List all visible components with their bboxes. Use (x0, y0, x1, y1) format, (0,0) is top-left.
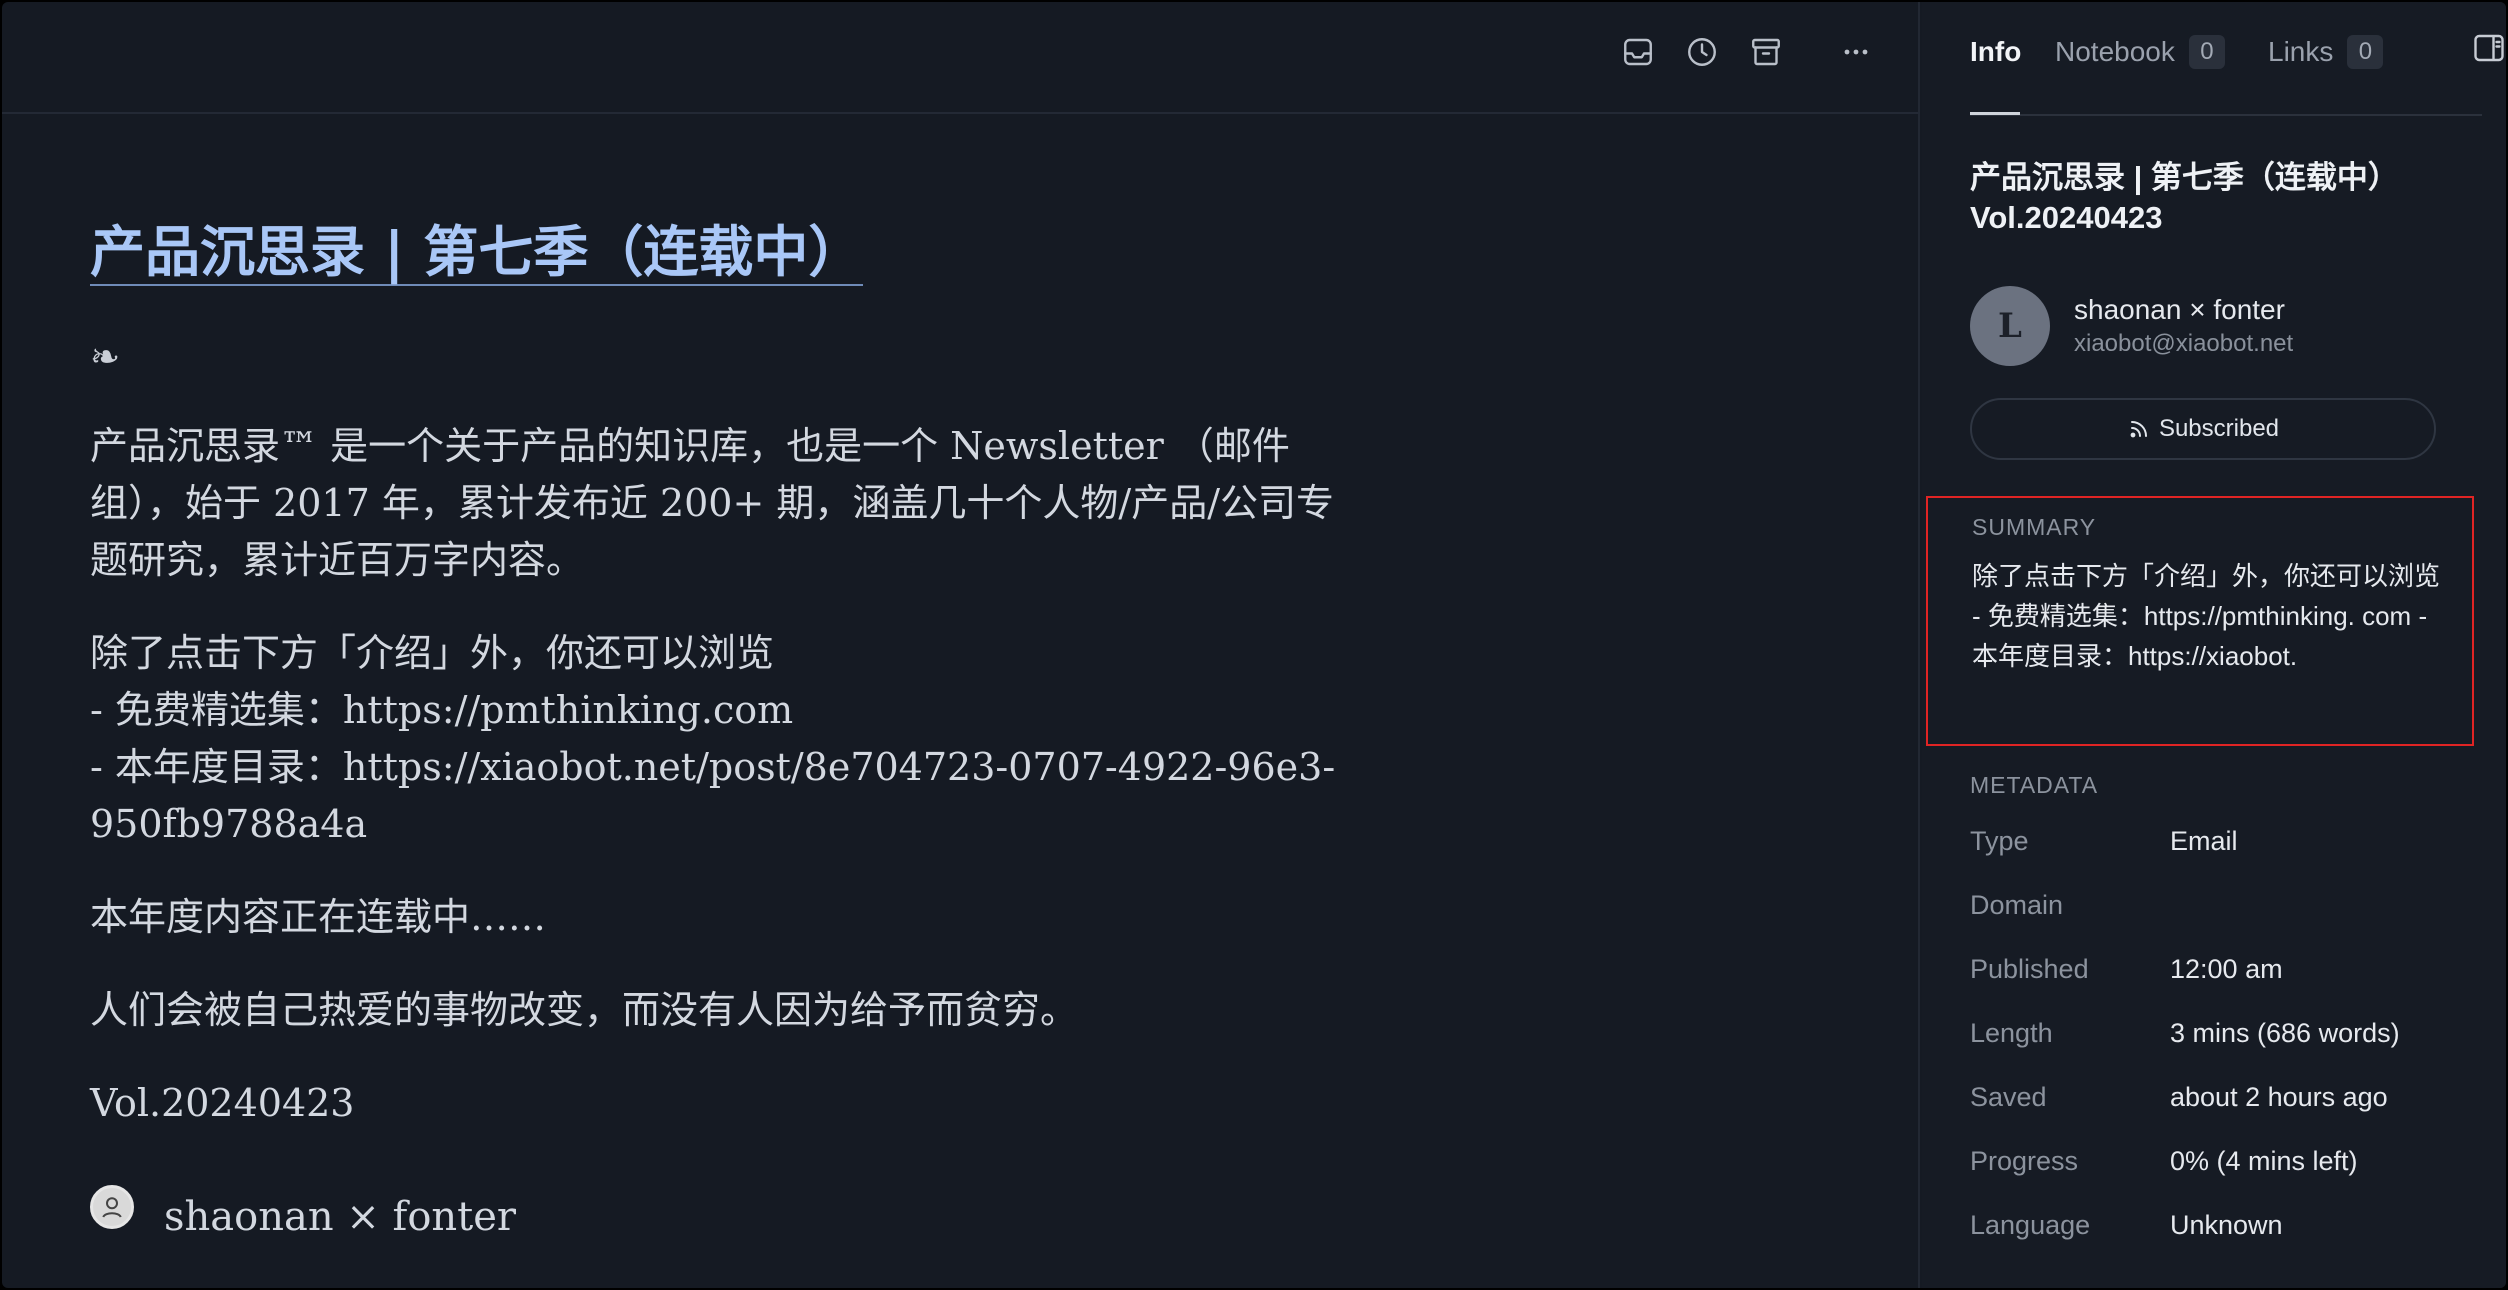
metadata-row-length: Length 3 mins (686 words) (1970, 1018, 2490, 1058)
rss-icon (2130, 421, 2147, 438)
metadata-key: Saved (1970, 1082, 2047, 1112)
tab-info[interactable]: Info (1970, 32, 2021, 72)
panel-article-title: 产品沉思录 | 第七季（连载中） Vol.20240423 (1970, 158, 2470, 238)
article-paragraph: Vol.20240423 (90, 1081, 355, 1125)
article-title-link[interactable]: 产品沉思录 | 第七季（连载中） (90, 222, 864, 286)
article-paragraph: 人们会被自己热爱的事物改变，而没有人因为给予而贫穷。 (90, 988, 1079, 1032)
metadata-row-type: Type Email (1970, 826, 2490, 866)
panel-title-line: 产品沉思录 | 第七季（连载中） (1970, 160, 2399, 195)
notebook-count-badge: 0 (2188, 35, 2225, 69)
author-avatar: L (1970, 286, 2050, 366)
article-paragraph: 产品沉思录™ 是一个关于产品的知识库，也是一个 Newsletter （邮件组）… (90, 424, 1335, 582)
byline-name: shaonan × fonter (164, 1194, 517, 1240)
author-initial: L (1998, 306, 2022, 346)
article-byline: shaonan × fonter (90, 1185, 517, 1240)
links-count-badge: 0 (2347, 35, 2384, 69)
author-info: shaonan × fonter xiaobot@xiaobot.net (2074, 292, 2293, 360)
tab-notebook[interactable]: Notebook 0 (2055, 32, 2225, 72)
subscribed-button[interactable]: Subscribed (1970, 398, 2436, 460)
metadata-row-saved: Saved about 2 hours ago (1970, 1082, 2490, 1122)
author-block: L shaonan × fonter xiaobot@xiaobot.net (1970, 286, 2293, 366)
reader-toolbar (2, 2, 1920, 114)
article-body: 产品沉思录 | 第七季（连载中） ❧ 产品沉思录™ 是一个关于产品的知识库，也是… (90, 222, 1340, 1132)
article-paragraph: 本年度内容正在连载中…… (90, 895, 547, 939)
archive-icon[interactable] (1744, 30, 1788, 74)
article-paragraph: 除了点击下方「介绍」外，你还可以浏览 - 免费精选集：https://pmthi… (90, 625, 1340, 853)
metadata-row-published: Published 12:00 am (1970, 954, 2490, 994)
summary-section: SUMMARY 除了点击下方「介绍」外，你还可以浏览 - 免费精选集：https… (1926, 496, 2474, 746)
author-name: shaonan × fonter (2074, 294, 2285, 325)
metadata-row-language: Language Unknown (1970, 1210, 2490, 1250)
tab-links[interactable]: Links 0 (2268, 32, 2384, 72)
fleuron-ornament: ❧ (90, 337, 121, 378)
metadata-value: Unknown (2170, 1210, 2283, 1240)
panel-tabs: Info Notebook 0 Links 0 (1970, 2, 2504, 116)
summary-heading: SUMMARY (1972, 514, 2097, 540)
more-icon[interactable] (1834, 30, 1878, 74)
inbox-icon[interactable] (1616, 30, 1660, 74)
active-tab-indicator (1970, 112, 2020, 115)
tab-label: Info (1970, 36, 2022, 67)
article-line: - 免费精选集：https://pmthinking.com (90, 688, 794, 732)
metadata-key: Language (1970, 1210, 2091, 1240)
metadata-key: Length (1970, 1018, 2053, 1048)
author-email: xiaobot@xiaobot.net (2074, 330, 2294, 357)
subscribed-label: Subscribed (2158, 415, 2280, 442)
article-line: 除了点击下方「介绍」外，你还可以浏览 (90, 631, 775, 675)
metadata-value: 0% (4 mins left) (2170, 1146, 2358, 1176)
panel-title-line: Vol.20240423 (1970, 200, 2163, 235)
metadata-key: Progress (1970, 1146, 2079, 1176)
metadata-value: about 2 hours ago (2170, 1082, 2388, 1112)
sidebar-toggle-icon[interactable] (2470, 30, 2506, 66)
metadata-value: 3 mins (686 words) (2170, 1018, 2400, 1048)
app-window: 产品沉思录 | 第七季（连载中） ❧ 产品沉思录™ 是一个关于产品的知识库，也是… (2, 2, 2506, 1288)
metadata-key: Type (1970, 826, 2029, 856)
metadata-value: Email (2170, 826, 2238, 856)
reader-pane: 产品沉思录 | 第七季（连载中） ❧ 产品沉思录™ 是一个关于产品的知识库，也是… (2, 2, 1920, 1288)
article-line: - 本年度目录：https://xiaobot.net/post/8e70472… (90, 745, 1336, 846)
metadata-key: Published (1970, 954, 2089, 984)
summary-text: 除了点击下方「介绍」外，你还可以浏览 - 免费精选集：https://pmthi… (1972, 561, 2441, 671)
metadata-key: Domain (1970, 890, 2064, 920)
metadata-heading: METADATA (1970, 772, 2099, 798)
info-panel: Info Notebook 0 Links 0 产品沉思录 | 第七季（连载中） (1922, 2, 2506, 1288)
metadata-row-progress: Progress 0% (4 mins left) (1970, 1146, 2490, 1186)
metadata-row-domain: Domain (1970, 890, 2490, 930)
history-icon[interactable] (1680, 30, 1724, 74)
tab-label: Notebook (2055, 36, 2175, 67)
tab-label: Links (2268, 36, 2334, 67)
byline-avatar (90, 1185, 134, 1229)
metadata-value: 12:00 am (2170, 954, 2283, 984)
